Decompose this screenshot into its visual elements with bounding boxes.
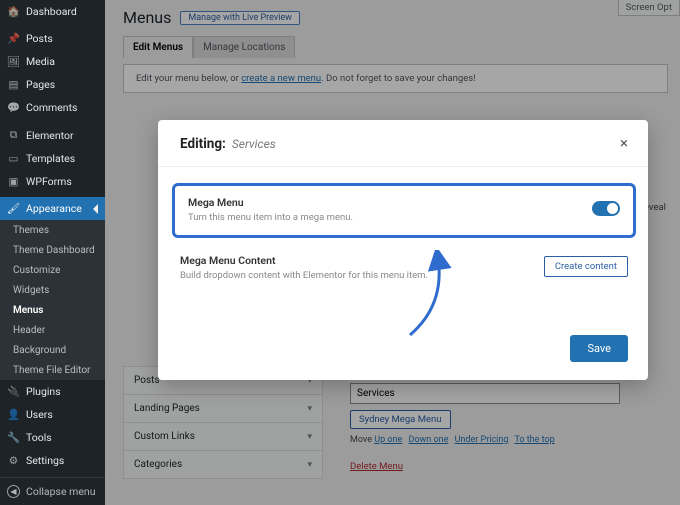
subnav-theme-dashboard[interactable]: Theme Dashboard xyxy=(0,240,105,260)
elementor-icon: ⧉ xyxy=(7,128,20,142)
delete-menu-link[interactable]: Delete Menu xyxy=(350,461,403,472)
live-preview-button[interactable]: Manage with Live Preview xyxy=(180,11,300,25)
sidebar-item-tools[interactable]: 🔧 Tools xyxy=(0,426,105,449)
sidebar-label: Settings xyxy=(26,454,64,467)
move-down-link[interactable]: Down one xyxy=(408,435,448,445)
chevron-down-icon: ▾ xyxy=(307,404,312,414)
media-icon: 🖼 xyxy=(7,55,20,68)
sidebar-item-plugins[interactable]: 🔌 Plugins xyxy=(0,380,105,403)
create-content-button[interactable]: Create content xyxy=(544,256,628,277)
menu-item-settings: Navigation Label Sydney Mega Menu Move U… xyxy=(350,370,668,472)
add-items-panel: Posts ▾ Landing Pages ▾ Custom Links ▾ Cate… xyxy=(123,366,323,479)
collapse-menu[interactable]: ◀ Collapse menu xyxy=(0,477,105,505)
subnav-customize[interactable]: Customize xyxy=(0,260,105,280)
move-under-link[interactable]: Under Pricing xyxy=(455,435,509,445)
sidebar-label: Pages xyxy=(26,78,55,91)
sidebar-label: Templates xyxy=(26,152,75,165)
row-title: Mega Menu xyxy=(188,196,353,209)
subnav-menus[interactable]: Menus xyxy=(0,300,105,320)
accordion-label: Landing Pages xyxy=(134,403,200,414)
sidebar-label: Media xyxy=(26,55,55,68)
wpforms-icon: ▣ xyxy=(7,175,20,188)
modal-title: Editing: xyxy=(180,136,226,152)
sidebar-item-users[interactable]: 👤 Users xyxy=(0,403,105,426)
accordion-categories[interactable]: Categories ▾ xyxy=(123,450,323,479)
comments-icon: 💬 xyxy=(7,101,20,114)
row-description: Turn this menu item into a mega menu. xyxy=(188,212,353,225)
sidebar-item-elementor[interactable]: ⧉ Elementor xyxy=(0,123,105,147)
sidebar-item-wpforms[interactable]: ▣ WPForms xyxy=(0,170,105,193)
notice-pre: Edit your menu below, or xyxy=(136,73,241,84)
tab-edit-menus[interactable]: Edit Menus xyxy=(123,36,193,59)
sidebar-item-appearance[interactable]: 🖌 Appearance xyxy=(0,197,105,220)
collapse-label: Collapse menu xyxy=(26,485,96,498)
collapse-icon: ◀ xyxy=(7,485,20,498)
sidebar-label: Elementor xyxy=(26,129,74,142)
sidebar-label: Tools xyxy=(26,431,52,444)
move-up-link[interactable]: Up one xyxy=(374,435,402,445)
settings-icon: ⚙ xyxy=(7,454,20,467)
mega-menu-chip[interactable]: Sydney Mega Menu xyxy=(350,410,451,429)
subnav-background[interactable]: Background xyxy=(0,340,105,360)
sidebar-label: WPForms xyxy=(26,175,72,188)
save-button[interactable]: Save xyxy=(570,335,628,362)
screen-options-button[interactable]: Screen Opt xyxy=(618,0,680,16)
sidebar-label: Posts xyxy=(26,32,53,45)
accordion-label: Categories xyxy=(134,459,182,470)
subnav-themes[interactable]: Themes xyxy=(0,220,105,240)
row-title: Mega Menu Content xyxy=(180,254,428,267)
nav-tabs: Edit MenusManage Locations xyxy=(123,35,680,58)
navigation-label-input[interactable] xyxy=(350,383,620,404)
tab-manage-locations[interactable]: Manage Locations xyxy=(193,36,295,58)
accordion-label: Custom Links xyxy=(134,431,195,442)
sidebar-item-settings[interactable]: ⚙ Settings xyxy=(0,449,105,472)
accordion-label: Posts xyxy=(134,375,160,386)
notice-post: . Do not forget to save your changes! xyxy=(321,73,475,84)
close-icon[interactable]: × xyxy=(620,136,628,151)
move-label: Move xyxy=(350,435,372,445)
admin-sidebar: 🏠 Dashboard 📌 Posts 🖼 Media ▤ Pages 💬 Comment… xyxy=(0,0,105,505)
chevron-down-icon: ▾ xyxy=(307,460,312,470)
create-new-menu-link[interactable]: create a new menu xyxy=(241,73,321,84)
brush-icon: 🖌 xyxy=(7,202,20,215)
sidebar-label: Plugins xyxy=(26,385,61,398)
appearance-subnav: Themes Theme Dashboard Customize Widgets… xyxy=(0,220,105,380)
mega-menu-content-row: Mega Menu Content Build dropdown content… xyxy=(180,254,628,283)
sidebar-item-pages[interactable]: ▤ Pages xyxy=(0,73,105,96)
plugins-icon: 🔌 xyxy=(7,385,20,398)
page-title: Menus xyxy=(123,8,171,27)
mega-menu-toggle-row: Mega Menu Turn this menu item into a meg… xyxy=(172,183,636,238)
active-indicator xyxy=(93,204,98,214)
templates-icon: ▭ xyxy=(7,152,20,165)
modal-item-name: Services xyxy=(232,137,276,151)
move-top-link[interactable]: To the top xyxy=(514,435,554,445)
subnav-header[interactable]: Header xyxy=(0,320,105,340)
subnav-theme-file-editor[interactable]: Theme File Editor xyxy=(0,360,105,380)
sidebar-label: Comments xyxy=(26,101,77,114)
sidebar-item-comments[interactable]: 💬 Comments xyxy=(0,96,105,119)
move-links-row: Move Up one Down one Under Pricing To th… xyxy=(350,435,668,445)
accordion-custom-links[interactable]: Custom Links ▾ xyxy=(123,422,323,450)
sidebar-label: Appearance xyxy=(26,202,82,215)
sidebar-item-dashboard[interactable]: 🏠 Dashboard xyxy=(0,0,105,23)
mega-menu-modal: Editing: Services × Mega Menu Turn this … xyxy=(158,120,648,380)
edit-notice: Edit your menu below, or create a new me… xyxy=(123,64,668,93)
row-description: Build dropdown content with Elementor fo… xyxy=(180,270,428,283)
chevron-down-icon: ▾ xyxy=(307,432,312,442)
sidebar-label: Dashboard xyxy=(26,5,77,18)
sidebar-label: Users xyxy=(26,408,53,421)
subnav-widgets[interactable]: Widgets xyxy=(0,280,105,300)
accordion-landing-pages[interactable]: Landing Pages ▾ xyxy=(123,394,323,422)
tools-icon: 🔧 xyxy=(7,431,20,444)
pin-icon: 📌 xyxy=(7,32,20,45)
sidebar-item-templates[interactable]: ▭ Templates xyxy=(0,147,105,170)
users-icon: 👤 xyxy=(7,408,20,421)
sidebar-item-media[interactable]: 🖼 Media xyxy=(0,50,105,73)
sidebar-item-posts[interactable]: 📌 Posts xyxy=(0,27,105,50)
mega-menu-toggle[interactable] xyxy=(592,201,620,216)
pages-icon: ▤ xyxy=(7,78,20,91)
dashboard-icon: 🏠 xyxy=(7,5,20,18)
